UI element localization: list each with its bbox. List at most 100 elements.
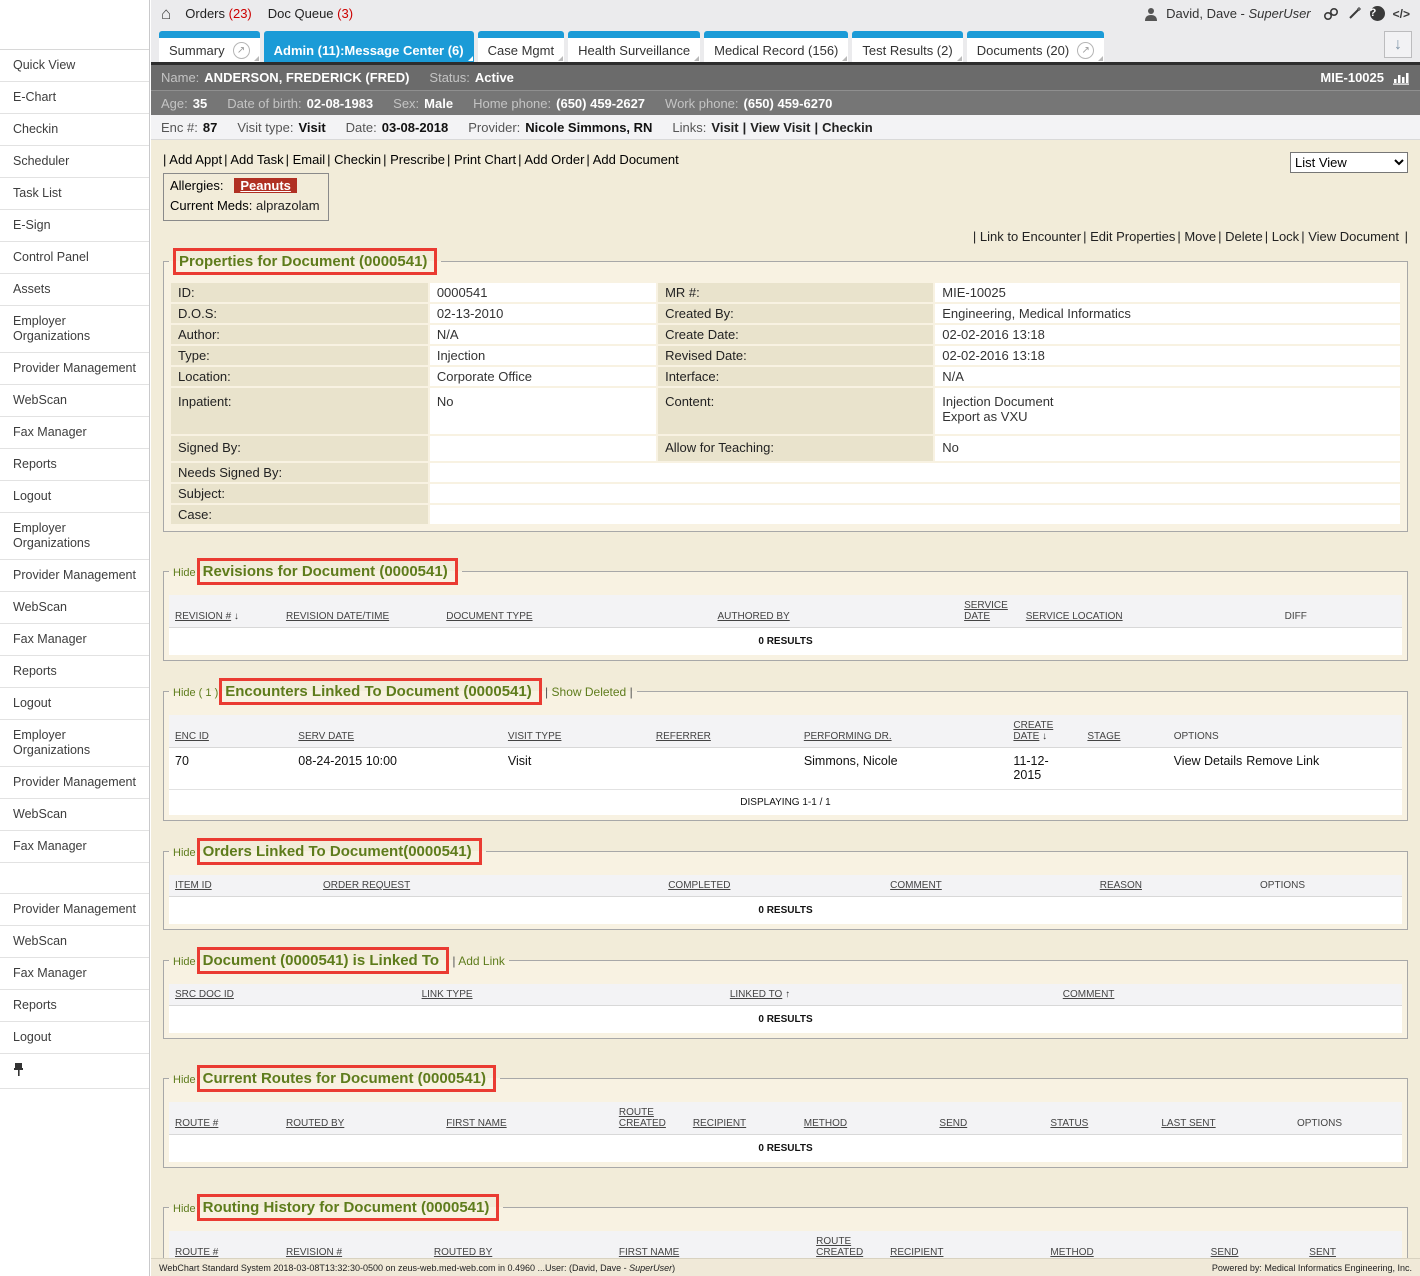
sidebar-item[interactable]: Logout [0,1022,149,1054]
user-menu[interactable]: David, Dave - SuperUser [1166,6,1311,21]
checkin-link[interactable]: Checkin [822,120,873,135]
patient-action-link[interactable]: Print Chart [447,152,516,167]
orders-count: (23) [229,6,252,21]
show-deleted-link[interactable]: Show Deleted [542,685,633,699]
link-chain-icon[interactable] [1323,7,1339,21]
patient-action-link[interactable]: Email [286,152,326,167]
sidebar-item[interactable]: Fax Manager [0,417,149,449]
sidebar-item[interactable]: Assets [0,274,149,306]
summary-popout-icon[interactable]: ↗ [233,42,250,59]
patient-action-link[interactable]: Add Appt [163,152,222,167]
tab-admin-message-center[interactable]: Admin (11):Message Center (6) [264,31,474,62]
view-mode-select[interactable]: List View [1290,152,1408,173]
annotation-box: Properties for Document (0000541) [173,248,437,275]
add-link-link[interactable]: Add Link [449,954,505,968]
sidebar-item[interactable]: Employer Organizations [0,720,149,767]
allergy-peanuts-link[interactable]: Peanuts [234,178,297,193]
help-icon[interactable]: ? [1370,6,1385,21]
doc-queue-count: (3) [337,6,353,21]
interface-value: N/A [935,367,1400,386]
sidebar-item[interactable]: WebScan [0,799,149,831]
performing-dr: Simmons, Nicole [798,748,1008,790]
sidebar-item[interactable]: Reports [0,990,149,1022]
hide-link[interactable]: Hide [173,847,196,859]
stage [1081,748,1167,790]
sidebar-item[interactable]: Provider Management [0,894,149,926]
hide-link[interactable]: Hide [173,1203,196,1215]
med-alprazolam-link[interactable]: alprazolam [256,198,320,213]
export-vxu-link[interactable]: Export as VXU [942,409,1027,424]
sidebar-item[interactable]: Reports [0,449,149,481]
sidebar-item[interactable]: Checkin [0,114,149,146]
doc-queue-link[interactable]: Doc Queue (3) [268,6,353,21]
patient-action-link[interactable]: Add Document [586,152,678,167]
documents-popout-icon[interactable]: ↗ [1077,42,1094,59]
tab-case-mgmt[interactable]: Case Mgmt [478,31,564,62]
document-action-link[interactable]: Move [1177,229,1216,244]
section-title: Document (0000541) is Linked To [203,952,439,969]
sidebar-item[interactable]: WebScan [0,926,149,958]
view-details-link[interactable]: View Details [1174,754,1243,768]
sidebar-item[interactable]: Fax Manager [0,624,149,656]
sidebar-item[interactable]: Logout [0,481,149,513]
sidebar-item[interactable]: Provider Management [0,767,149,799]
patient-action-link[interactable]: Add Task [224,152,284,167]
allergies-label-link[interactable]: Allergies: [170,178,223,193]
sidebar-item[interactable]: Scheduler [0,146,149,178]
sidebar-item[interactable]: E-Chart [0,82,149,114]
chart-icon[interactable] [1392,71,1410,85]
sidebar-item[interactable]: Fax Manager [0,831,149,863]
tab-test-results[interactable]: Test Results (2) [852,31,962,62]
document-id-link[interactable]: 0000541 [437,285,488,300]
sidebar-item[interactable]: Employer Organizations [0,513,149,560]
tab-summary[interactable]: Summary ↗ [159,31,260,62]
sidebar-pin-item[interactable] [0,1054,149,1089]
injection-document-link[interactable]: Injection Document [942,394,1053,409]
patient-action-link[interactable]: Prescribe [383,152,445,167]
hide-link[interactable]: Hide ( 1 ) [173,687,218,699]
sidebar-item[interactable]: Provider Management [0,560,149,592]
tab-medical-record[interactable]: Medical Record (156) [704,31,848,62]
view-visit-link[interactable]: View Visit [750,120,810,135]
patient-action-link[interactable]: Checkin [327,152,381,167]
remove-link-link[interactable]: Remove Link [1246,754,1319,768]
sidebar-item[interactable]: Provider Management [0,353,149,385]
document-action-link[interactable]: Edit Properties [1083,229,1175,244]
properties-table: ID: 0000541 MR #: MIE-10025 D.O.S: 02-13… [169,281,1402,526]
sidebar-item[interactable] [0,863,149,894]
home-icon[interactable]: ⌂ [161,4,171,24]
sidebar-item[interactable]: Quick View [0,50,149,82]
sidebar-item[interactable]: WebScan [0,592,149,624]
sidebar-item[interactable]: Logout [0,688,149,720]
visit-date: 03-08-2018 [382,120,449,135]
sidebar-item[interactable]: Task List [0,178,149,210]
orders-link[interactable]: Orders (23) [185,6,251,21]
case-value [430,505,1400,524]
sidebar-item[interactable]: Fax Manager [0,958,149,990]
visit-link[interactable]: Visit [711,120,738,135]
hide-link[interactable]: Hide [173,567,196,579]
sidebar-item[interactable]: WebScan [0,385,149,417]
patient-action-link[interactable]: Add Order [518,152,584,167]
hide-link[interactable]: Hide [173,1074,196,1086]
wand-icon[interactable] [1347,6,1362,21]
revisions-section: HideRevisions for Document (0000541) REV… [163,558,1408,661]
sidebar-item[interactable]: Employer Organizations [0,306,149,353]
tab-documents[interactable]: Documents (20) ↗ [967,31,1104,62]
document-action-link[interactable]: Delete [1218,229,1263,244]
tab-health-surveillance[interactable]: Health Surveillance [568,31,700,62]
document-action-link[interactable]: Link to Encounter [973,229,1081,244]
sidebar-logo-area [0,0,149,50]
current-meds-label-link[interactable]: Current Meds: [170,198,252,213]
mrn-link[interactable]: MIE-10025 [942,285,1006,300]
document-action-link[interactable]: View Document [1301,229,1399,244]
hide-link[interactable]: Hide [173,956,196,968]
code-icon[interactable]: </> [1393,7,1410,21]
sidebar-item[interactable]: Control Panel [0,242,149,274]
created-by-link[interactable]: Engineering, Medical Informatics [942,306,1131,321]
annotation-box: Revisions for Document (0000541) [197,558,458,585]
download-arrow-button[interactable]: ↓ [1384,31,1412,58]
document-action-link[interactable]: Lock [1265,229,1299,244]
sidebar-item[interactable]: E-Sign [0,210,149,242]
sidebar-item[interactable]: Reports [0,656,149,688]
